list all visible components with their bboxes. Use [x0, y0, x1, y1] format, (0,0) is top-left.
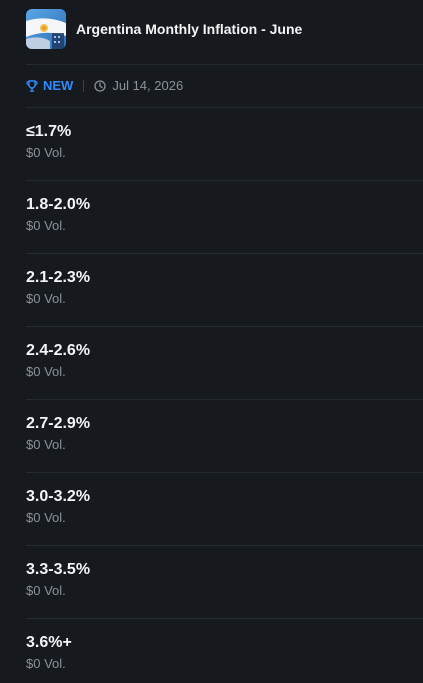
- outcome-row[interactable]: 2.4-2.6% $0 Vol.: [26, 327, 423, 400]
- outcome-label: 3.3-3.5%: [26, 561, 91, 578]
- outcome-row[interactable]: 3.0-3.2% $0 Vol.: [26, 473, 423, 546]
- market-page: Argentina Monthly Inflation - June NEW J…: [0, 0, 423, 683]
- new-badge: NEW: [26, 78, 73, 93]
- market-title: Argentina Monthly Inflation - June: [76, 21, 303, 37]
- end-date-label: Jul 14, 2026: [112, 78, 184, 93]
- market-header: Argentina Monthly Inflation - June: [26, 9, 302, 49]
- outcome-row[interactable]: 2.1-2.3% $0 Vol.: [26, 254, 423, 327]
- meta-divider: [83, 79, 85, 92]
- trophy-icon: [26, 79, 38, 92]
- outcome-label: 3.6%+: [26, 634, 72, 651]
- outcome-volume: $0 Vol.: [26, 656, 66, 671]
- outcome-volume: $0 Vol.: [26, 364, 66, 379]
- outcome-label: 1.8-2.0%: [26, 196, 91, 213]
- outcome-row[interactable]: 3.6%+ $0 Vol.: [26, 619, 423, 683]
- new-badge-label: NEW: [43, 78, 74, 93]
- outcome-volume: $0 Vol.: [26, 145, 66, 160]
- outcome-volume: $0 Vol.: [26, 218, 66, 233]
- argentina-flag-icon[interactable]: [26, 9, 66, 49]
- outcome-row[interactable]: 2.7-2.9% $0 Vol.: [26, 400, 423, 473]
- outcome-label: 3.0-3.2%: [26, 488, 91, 505]
- outcome-volume: $0 Vol.: [26, 437, 66, 452]
- outcome-row[interactable]: 1.8-2.0% $0 Vol.: [26, 181, 423, 254]
- end-date: Jul 14, 2026: [94, 78, 183, 93]
- outcome-volume: $0 Vol.: [26, 583, 66, 598]
- outcome-label: 2.1-2.3%: [26, 269, 91, 286]
- outcome-label: ≤1.7%: [26, 123, 72, 140]
- outcome-volume: $0 Vol.: [26, 510, 66, 525]
- outcome-list: ≤1.7% $0 Vol. 1.8-2.0% $0 Vol. 2.1-2.3% …: [26, 108, 423, 683]
- market-meta-bar: NEW Jul 14, 2026: [26, 64, 423, 108]
- outcome-volume: $0 Vol.: [26, 291, 66, 306]
- outcome-label: 2.7-2.9%: [26, 415, 91, 432]
- outcome-label: 2.4-2.6%: [26, 342, 91, 359]
- clock-icon: [94, 79, 106, 92]
- outcome-row[interactable]: 3.3-3.5% $0 Vol.: [26, 546, 423, 619]
- outcome-row[interactable]: ≤1.7% $0 Vol.: [26, 108, 423, 181]
